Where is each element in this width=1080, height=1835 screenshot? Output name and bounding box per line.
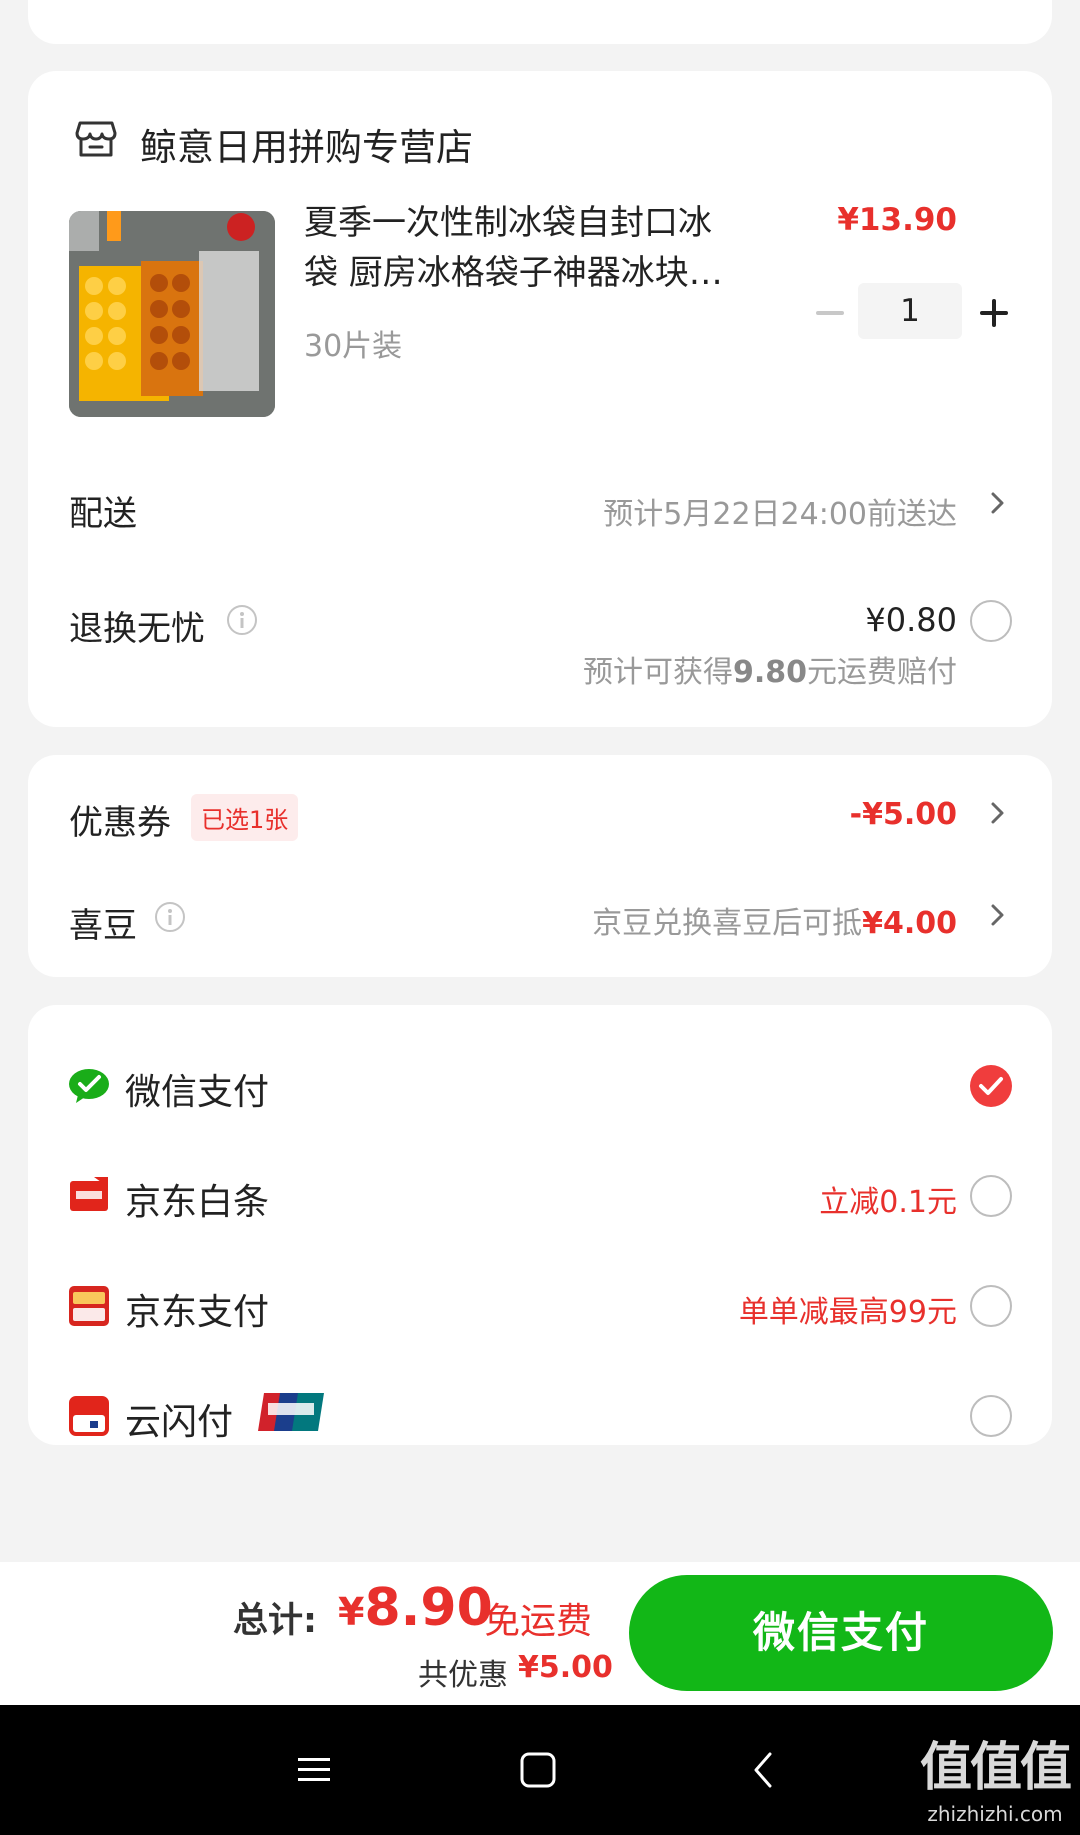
xidou-value-prefix: 京豆兑换喜豆后可抵 — [592, 906, 863, 941]
coupon-chevron-right-icon[interactable] — [988, 799, 1008, 827]
payment-radio[interactable] — [970, 1175, 1012, 1217]
payment-radio[interactable] — [970, 1285, 1012, 1327]
coupon-value[interactable]: -¥5.00 — [850, 797, 957, 832]
free-shipping-label: 免运费 — [484, 1601, 593, 1642]
return-insurance-note: 预计可获得9.80元运费赔付 — [583, 647, 957, 691]
product-spec: 30片装 — [304, 329, 403, 364]
unionpay-logo-icon — [258, 1391, 324, 1433]
home-icon[interactable] — [516, 1748, 560, 1792]
info-icon[interactable] — [226, 604, 258, 636]
return-insurance-note-prefix: 预计可获得 — [582, 655, 733, 690]
coupon-selected-tag: 已选1张 — [191, 794, 299, 841]
saving-label: 共优惠 — [418, 1658, 508, 1693]
quantity-input[interactable]: 1 — [858, 283, 962, 339]
return-insurance-price: ¥0.80 — [865, 601, 957, 639]
payment-radio[interactable] — [970, 1395, 1012, 1437]
payment-option-cloud-quickpass[interactable]: 云闪付 — [28, 1375, 1052, 1455]
previous-card — [28, 0, 1052, 44]
payment-option-wechat[interactable]: 微信支付 — [28, 1045, 1052, 1125]
cloud-quickpass-icon — [68, 1395, 110, 1437]
checkout-bar: 总计: ¥8.90 免运费 共优惠 ¥5.00 微信支付 — [0, 1562, 1080, 1705]
watermark: 值值值 zhizhizhi.com — [919, 1725, 1072, 1826]
payment-label: 京东支付 — [125, 1292, 270, 1333]
menu-icon[interactable] — [292, 1748, 336, 1792]
product-title[interactable]: 夏季一次性制冰袋自封口冰 袋 厨房冰格袋子神器冰块… — [304, 198, 764, 298]
product-image[interactable] — [69, 211, 275, 417]
saving-amount: ¥5.00 — [518, 1650, 613, 1685]
total-value: 8.90 — [364, 1578, 493, 1638]
watermark-logo-text: 值值值 — [919, 1738, 1072, 1798]
total-label: 总计: — [233, 1601, 317, 1641]
pay-button[interactable]: 微信支付 — [629, 1575, 1053, 1691]
store-order-card: 鲸意日用拼购专营店 夏季一次性制冰袋自封口冰 袋 厨房冰格袋子神器冰块… 30片… — [28, 71, 1052, 727]
delivery-label: 配送 — [69, 494, 137, 534]
total-currency: ¥ — [338, 1590, 365, 1634]
payment-label: 京东白条 — [125, 1182, 270, 1223]
decrease-quantity-button[interactable] — [810, 293, 850, 333]
payment-promo: 立减0.1元 — [819, 1185, 957, 1220]
payment-label: 微信支付 — [125, 1072, 270, 1113]
xidou-value-amount: ¥4.00 — [862, 906, 957, 941]
payment-promo: 单单减最高99元 — [738, 1295, 957, 1330]
back-icon[interactable] — [742, 1748, 786, 1792]
xidou-chevron-right-icon[interactable] — [988, 901, 1008, 929]
xidou-label: 喜豆 — [69, 906, 137, 946]
product-title-line-2: 袋 厨房冰格袋子神器冰块… — [304, 253, 723, 293]
payment-method-card: 微信支付 京东白条 立减0.1元 京东支付 单单减最高99元 云闪付 — [28, 1005, 1052, 1445]
return-insurance-label: 退换无忧 — [69, 609, 205, 649]
product-price: ¥13.90 — [837, 202, 957, 238]
total-amount: ¥8.90 — [338, 1578, 493, 1638]
system-nav-bar: 值值值 zhizhizhi.com — [0, 1705, 1080, 1835]
selected-check-icon[interactable] — [970, 1065, 1012, 1107]
payment-option-jd-baitiao[interactable]: 京东白条 立减0.1元 — [28, 1155, 1052, 1235]
jd-pay-icon — [68, 1285, 110, 1327]
store-icon — [74, 117, 118, 161]
xidou-value[interactable]: 京豆兑换喜豆后可抵¥4.00 — [592, 898, 957, 942]
product-title-line-1: 夏季一次性制冰袋自封口冰 — [304, 203, 712, 243]
info-icon[interactable] — [154, 901, 186, 933]
watermark-url: zhizhizhi.com — [927, 1802, 1063, 1826]
payment-label: 云闪付 — [125, 1402, 234, 1443]
store-name[interactable]: 鲸意日用拼购专营店 — [140, 117, 473, 171]
return-insurance-note-amount: 9.80 — [732, 655, 807, 690]
increase-quantity-button[interactable] — [974, 293, 1014, 333]
delivery-value[interactable]: 预计5月22日24:00前送达 — [603, 489, 957, 533]
jd-baitiao-icon — [68, 1175, 110, 1217]
return-insurance-note-suffix: 元运费赔付 — [807, 655, 957, 690]
coupon-label: 优惠券 — [69, 803, 171, 843]
discount-card: 优惠券 已选1张 -¥5.00 喜豆 京豆兑换喜豆后可抵¥4.00 — [28, 755, 1052, 977]
delivery-chevron-right-icon[interactable] — [988, 489, 1008, 517]
payment-option-jd-pay[interactable]: 京东支付 单单减最高99元 — [28, 1265, 1052, 1345]
return-insurance-radio[interactable] — [970, 600, 1012, 642]
wechat-pay-icon — [68, 1065, 110, 1107]
